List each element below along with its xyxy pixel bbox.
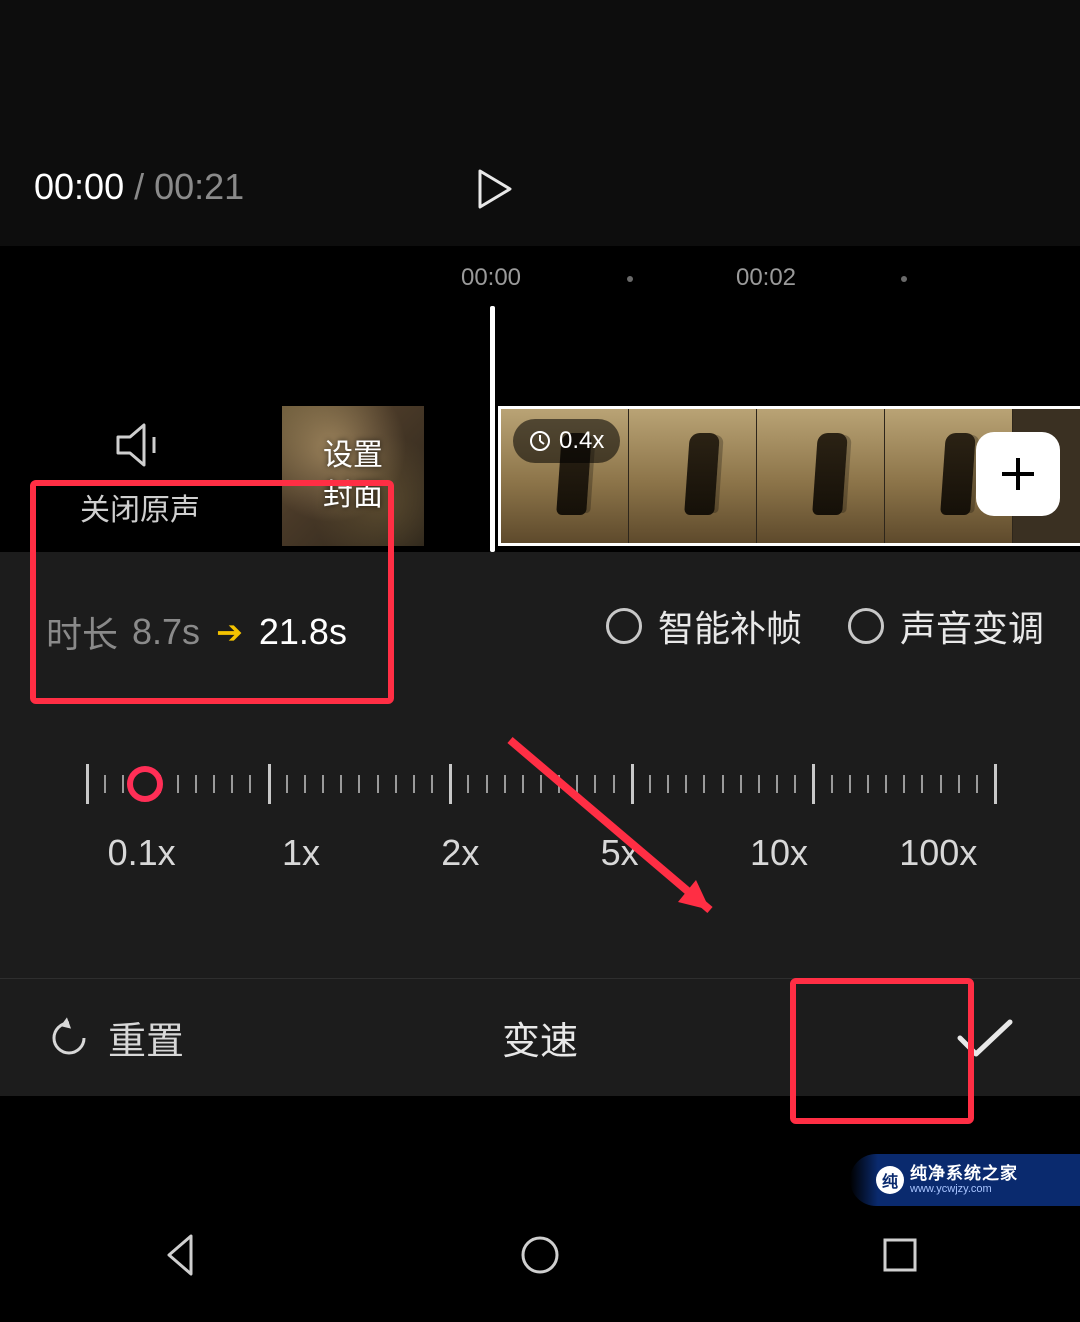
duration-display: 时长 8.7s ➔ 21.8s xyxy=(46,606,347,658)
current-time: 00:00 xyxy=(34,166,124,208)
speed-label-3: 5x xyxy=(540,832,699,874)
clip-speed-badge: 0.4x xyxy=(513,419,620,463)
duration-original: 8.7s xyxy=(132,611,200,653)
plus-icon xyxy=(998,454,1038,494)
playhead[interactable] xyxy=(490,306,495,552)
reset-button[interactable]: 重置 xyxy=(0,1010,240,1065)
nav-recent-button[interactable] xyxy=(875,1230,925,1285)
pitch-shift-label: 声音变调 xyxy=(900,600,1044,652)
speed-panel: 时长 8.7s ➔ 21.8s 智能补帧 声音变调 0.1x 1x 2x 5x … xyxy=(0,552,1080,978)
duration-new: 21.8s xyxy=(259,611,347,653)
set-cover-button[interactable]: 设置 封面 xyxy=(282,406,424,546)
pitch-shift-toggle[interactable]: 声音变调 xyxy=(848,600,1044,652)
speed-label-1: 1x xyxy=(221,832,380,874)
watermark-brand: 纯净系统之家 xyxy=(910,1165,1018,1184)
reset-icon xyxy=(48,1017,90,1059)
system-navbar xyxy=(0,1192,1080,1322)
play-button[interactable] xyxy=(470,164,520,214)
smart-interpolation-toggle[interactable]: 智能补帧 xyxy=(606,600,802,652)
arrow-icon: ➔ xyxy=(216,613,243,651)
speed-label-5: 100x xyxy=(859,832,1018,874)
time-display: 00:00 / 00:21 xyxy=(34,166,244,208)
check-icon xyxy=(954,1016,1016,1060)
speed-slider-labels: 0.1x 1x 2x 5x 10x 100x xyxy=(62,832,1018,874)
speed-label-2: 2x xyxy=(381,832,540,874)
speed-slider[interactable] xyxy=(86,760,994,808)
duration-label: 时长 xyxy=(46,606,118,658)
video-preview-area: 00:00 / 00:21 xyxy=(0,0,1080,246)
ruler-dot xyxy=(901,276,907,282)
mute-original-sound-button[interactable]: 关闭原声 xyxy=(0,406,280,546)
watermark-url: www.ycwjzy.com xyxy=(910,1183,1018,1195)
smart-interpolation-label: 智能补帧 xyxy=(658,600,802,652)
time-separator: / xyxy=(134,166,144,208)
total-time: 00:21 xyxy=(154,166,244,208)
radio-icon xyxy=(606,608,642,644)
speed-label-4: 10x xyxy=(699,832,858,874)
nav-home-button[interactable] xyxy=(515,1230,565,1285)
add-clip-button[interactable] xyxy=(976,432,1060,516)
watermark-logo-icon: 纯 xyxy=(876,1166,904,1194)
ruler-dot xyxy=(627,276,633,282)
confirm-button[interactable] xyxy=(890,1016,1080,1060)
speed-icon xyxy=(529,430,551,452)
ruler-label-1: 00:02 xyxy=(736,264,796,292)
timeline-area[interactable]: 00:00 00:02 关闭原声 设置 封面 0.4x xyxy=(0,246,1080,552)
radio-icon xyxy=(848,608,884,644)
nav-back-button[interactable] xyxy=(155,1230,205,1285)
time-ruler[interactable]: 00:00 00:02 xyxy=(0,264,1080,294)
mute-label: 关闭原声 xyxy=(80,485,200,529)
ruler-label-0: 00:00 xyxy=(461,264,521,292)
slider-handle[interactable] xyxy=(127,766,163,802)
watermark: 纯 纯净系统之家 www.ycwjzy.com xyxy=(850,1154,1080,1206)
panel-bottom-bar: 重置 变速 xyxy=(0,978,1080,1096)
panel-title: 变速 xyxy=(240,1010,890,1065)
cover-label: 设置 封面 xyxy=(323,436,383,517)
play-icon xyxy=(478,169,512,209)
speaker-icon xyxy=(114,423,166,467)
speed-label-0: 0.1x xyxy=(62,832,221,874)
speed-badge-value: 0.4x xyxy=(559,427,604,455)
reset-label: 重置 xyxy=(108,1010,184,1065)
